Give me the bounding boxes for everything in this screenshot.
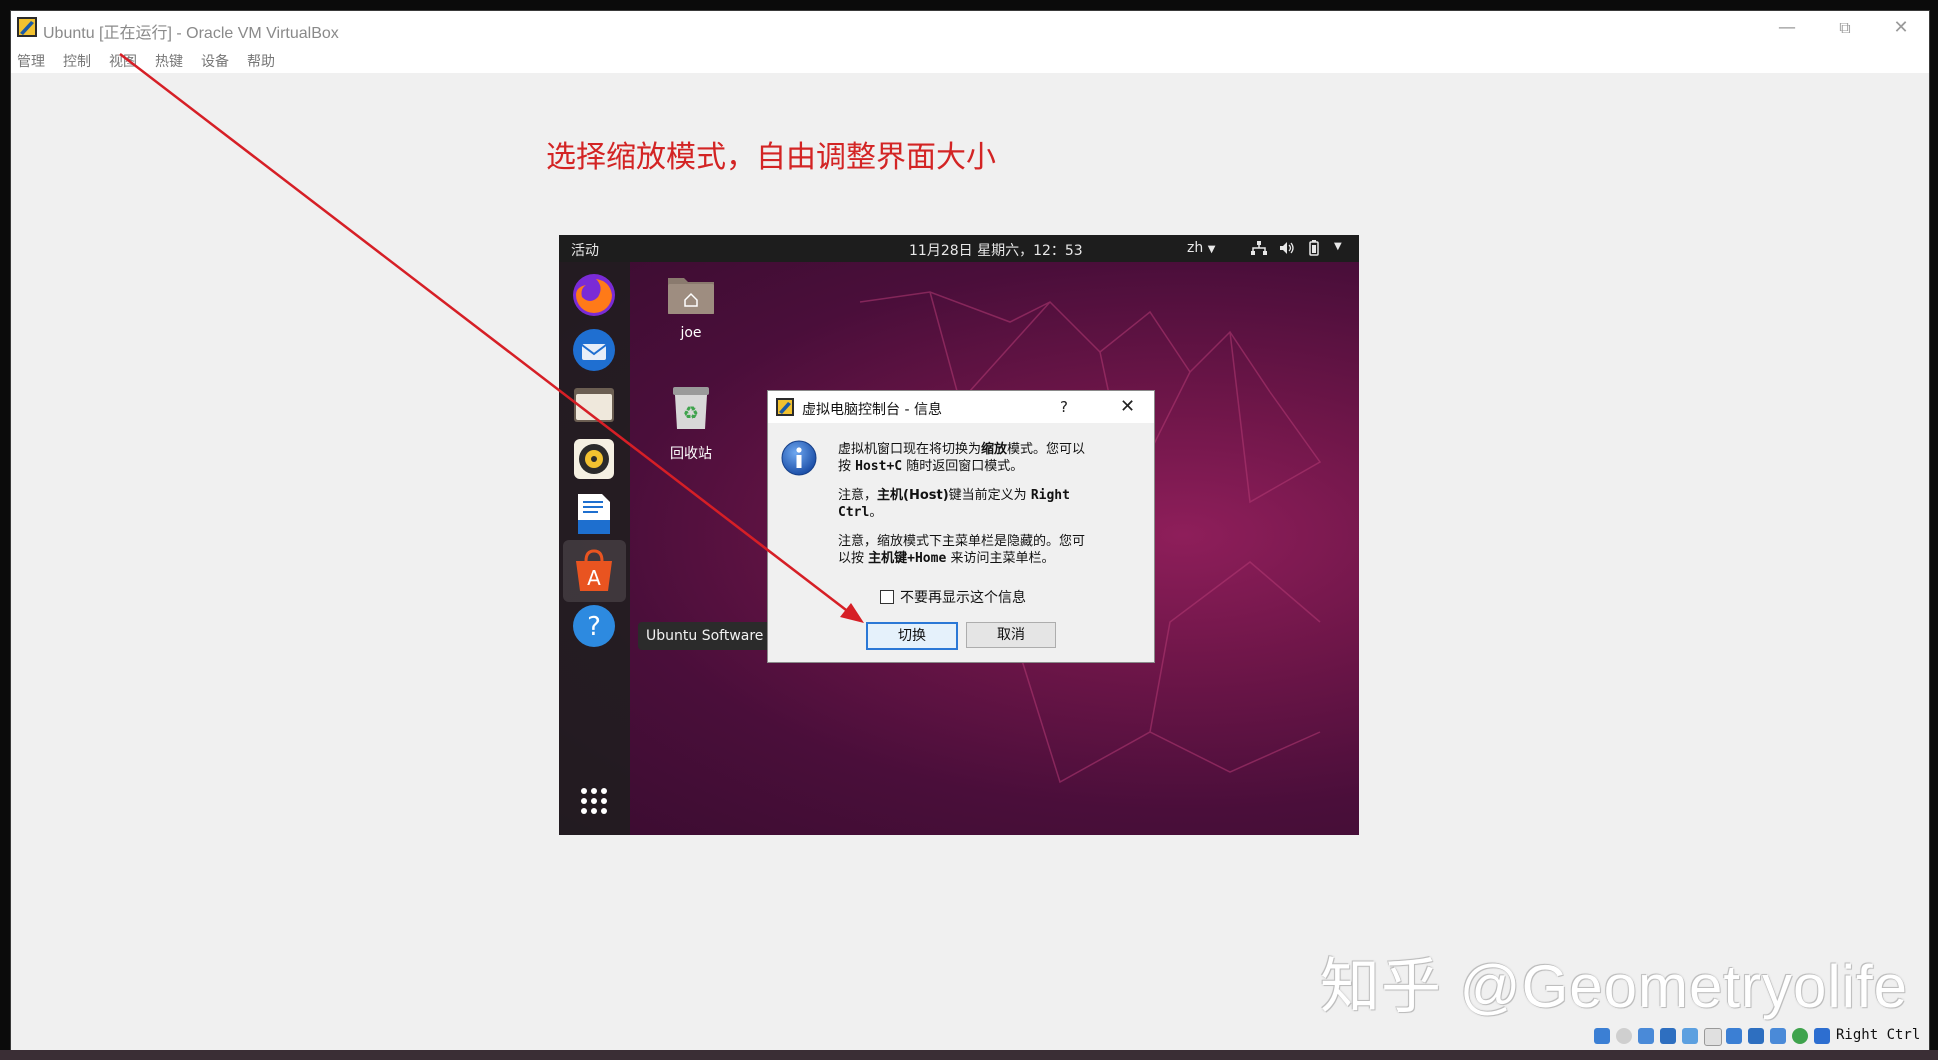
dialog-message-1: 虚拟机窗口现在将切换为缩放模式。您可以 按 Host+C 随时返回窗口模式。 bbox=[838, 442, 1086, 474]
dialog-close-button[interactable]: ✕ bbox=[1120, 396, 1135, 417]
thunderbird-icon[interactable] bbox=[570, 326, 618, 374]
input-method-indicator[interactable]: zh ▼ bbox=[1187, 240, 1215, 256]
network-status-icon[interactable] bbox=[1660, 1028, 1676, 1044]
close-icon: ✕ bbox=[1120, 396, 1136, 417]
files-icon[interactable] bbox=[570, 380, 618, 428]
usb-icon[interactable] bbox=[1682, 1028, 1698, 1044]
menu-view[interactable]: 视图 bbox=[109, 51, 137, 71]
home-folder-icon[interactable] bbox=[666, 272, 716, 316]
ubuntu-dock: A ? bbox=[559, 262, 630, 835]
svg-text:♻: ♻ bbox=[683, 403, 699, 424]
video-capture-icon[interactable] bbox=[1748, 1028, 1764, 1044]
svg-text:A: A bbox=[587, 566, 601, 590]
switch-button[interactable]: 切换 bbox=[866, 622, 958, 650]
dialog-message-2: 注意，主机(Host)键当前定义为 Right Ctrl。 bbox=[838, 488, 1070, 520]
dialog-message-3: 注意，缩放模式下主菜单栏是隐藏的。您可 以按 主机键+Home 来访问主菜单栏。 bbox=[838, 534, 1086, 566]
rhythmbox-icon[interactable] bbox=[570, 435, 618, 483]
dont-show-again-checkbox[interactable] bbox=[880, 590, 894, 604]
close-icon: ✕ bbox=[1893, 17, 1909, 38]
trash-icon[interactable]: ♻ bbox=[671, 385, 711, 431]
display-icon[interactable] bbox=[1726, 1028, 1742, 1044]
minimize-icon: — bbox=[1778, 17, 1796, 38]
audio-icon[interactable] bbox=[1638, 1028, 1654, 1044]
bottom-strip bbox=[0, 1050, 1938, 1060]
dont-show-again-label: 不要再显示这个信息 bbox=[900, 590, 1026, 606]
dialog-help-button[interactable]: ? bbox=[1060, 398, 1068, 416]
optical-drive-icon[interactable] bbox=[1616, 1028, 1632, 1044]
volume-icon[interactable] bbox=[1279, 241, 1295, 255]
menu-control[interactable]: 控制 bbox=[63, 51, 91, 71]
dialog-app-icon bbox=[776, 398, 794, 416]
window-title: Ubuntu [正在运行] - Oracle VM VirtualBox bbox=[43, 25, 339, 42]
libreoffice-writer-icon[interactable] bbox=[570, 490, 618, 538]
app-grid-icon[interactable] bbox=[570, 777, 618, 825]
title-bar: Ubuntu [正在运行] - Oracle VM VirtualBox — ⧉… bbox=[11, 11, 1929, 45]
home-folder-label: joe bbox=[680, 325, 702, 341]
watermark: 知乎 @Geometryolife bbox=[1320, 953, 1909, 1020]
info-dialog: 虚拟电脑控制台 - 信息 ? ✕ 虚拟机窗口现在将切换为缩放模式。您可以 按 H… bbox=[767, 390, 1155, 663]
input-method-label: zh bbox=[1187, 240, 1204, 256]
guest-additions-icon[interactable] bbox=[1792, 1028, 1808, 1044]
annotation-text: 选择缩放模式，自由调整界面大小 bbox=[546, 140, 996, 175]
firefox-icon[interactable] bbox=[570, 271, 618, 319]
help-icon[interactable]: ? bbox=[570, 602, 618, 650]
close-button[interactable]: ✕ bbox=[1873, 11, 1929, 45]
virtualbox-app-icon bbox=[17, 17, 37, 37]
dialog-title-bar: 虚拟电脑控制台 - 信息 ? ✕ bbox=[768, 391, 1154, 423]
vt-x-icon[interactable] bbox=[1770, 1028, 1786, 1044]
menu-hotkeys[interactable]: 热键 bbox=[155, 51, 183, 71]
dont-show-again-row[interactable]: 不要再显示这个信息 bbox=[880, 587, 1026, 607]
shared-folders-icon[interactable] bbox=[1704, 1028, 1722, 1046]
ubuntu-software-icon[interactable]: A bbox=[570, 547, 618, 595]
vm-display[interactable]: 活动 11月28日 星期六，12：53 zh ▼ ▼ A ? joe ♻ 回收站… bbox=[559, 235, 1359, 835]
activities-button[interactable]: 活动 bbox=[571, 240, 599, 260]
menu-bar: 管理 控制 视图 热键 设备 帮助 bbox=[11, 45, 1929, 73]
info-icon bbox=[781, 440, 817, 476]
chevron-down-icon: ▼ bbox=[1207, 244, 1216, 255]
battery-icon[interactable] bbox=[1307, 240, 1321, 256]
mouse-integration-icon[interactable] bbox=[1814, 1028, 1830, 1044]
dialog-title: 虚拟电脑控制台 - 信息 bbox=[802, 402, 942, 418]
clock[interactable]: 11月28日 星期六，12：53 bbox=[909, 240, 1083, 260]
trash-label: 回收站 bbox=[670, 446, 712, 462]
restore-button[interactable]: ⧉ bbox=[1817, 11, 1873, 45]
menu-devices[interactable]: 设备 bbox=[201, 51, 229, 71]
minimize-button[interactable]: — bbox=[1759, 11, 1815, 45]
system-menu-chevron-icon[interactable]: ▼ bbox=[1334, 241, 1342, 252]
restore-icon: ⧉ bbox=[1839, 18, 1851, 37]
host-key-label[interactable]: Right Ctrl bbox=[1836, 1027, 1920, 1043]
menu-manage[interactable]: 管理 bbox=[17, 51, 45, 71]
gnome-top-bar: 活动 11月28日 星期六，12：53 zh ▼ ▼ bbox=[559, 235, 1359, 262]
dock-tooltip: Ubuntu Software bbox=[638, 622, 772, 650]
svg-text:?: ? bbox=[587, 612, 601, 642]
hard-disk-icon[interactable] bbox=[1594, 1028, 1610, 1044]
network-icon[interactable] bbox=[1251, 241, 1267, 255]
cancel-button[interactable]: 取消 bbox=[966, 622, 1056, 648]
menu-help[interactable]: 帮助 bbox=[247, 51, 275, 71]
